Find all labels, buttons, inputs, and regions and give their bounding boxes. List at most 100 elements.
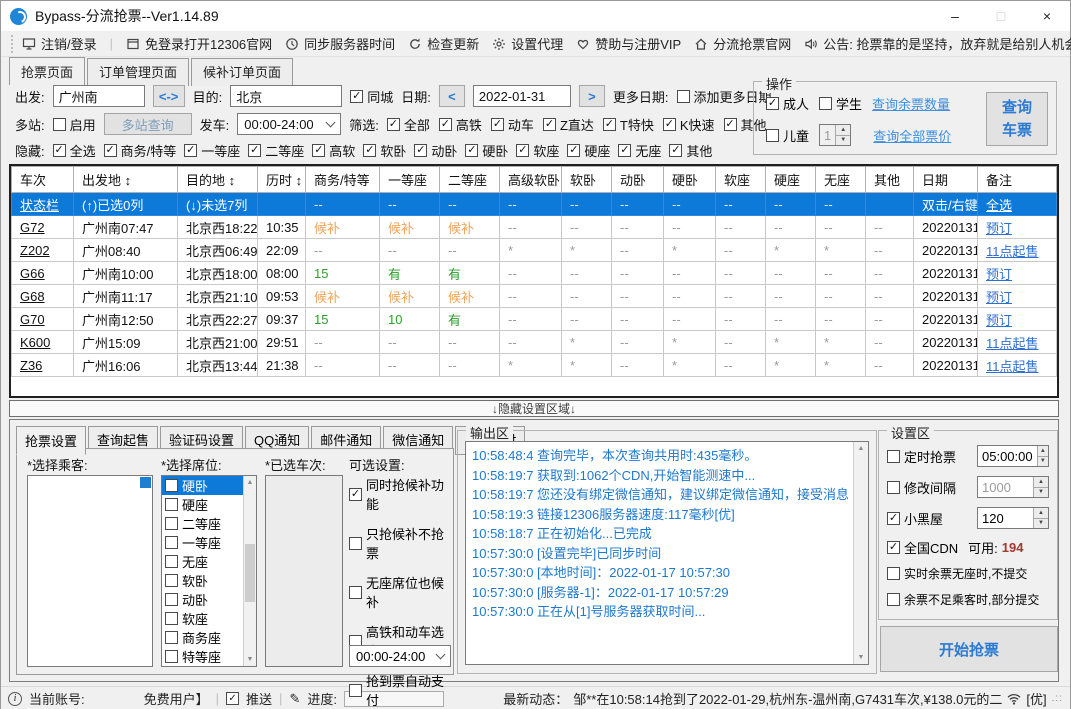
page-tab-2[interactable]: 订单管理页面 [87, 58, 190, 86]
cell-note-link[interactable]: 11点起售 [977, 330, 1057, 354]
hide-checkbox-5[interactable]: 高软 [312, 141, 355, 160]
seat-option-10[interactable]: 特等座 [162, 647, 243, 666]
close-button[interactable]: × [1024, 1, 1070, 31]
table-status-row[interactable]: 状态栏 (↑)已选0列 (↓)未选7列 -- -- -- -- -- -- -- -- -- -- 双击/… [11, 192, 1057, 216]
table-row[interactable]: G70 广州南12:50 北京西22:27 09:37 15 10 有 -- -- -- -- -- -… [11, 307, 1057, 331]
hide-checkbox-9[interactable]: 软座 [516, 141, 559, 160]
seat-checkbox-4[interactable]: 一等座 [165, 533, 221, 552]
maximize-button[interactable]: □ [978, 1, 1024, 31]
scroll-down-icon[interactable]: ▼ [854, 651, 868, 664]
setting-checkbox-3[interactable]: 小黑屋 [887, 509, 943, 528]
seat-checkbox-10[interactable]: 特等座 [165, 647, 221, 666]
hide-settings-divider[interactable]: ↓隐藏设置区域↓ [9, 400, 1059, 417]
hide-checkbox-12[interactable]: 其他 [669, 141, 712, 160]
spinner-arrows-icon[interactable]: ▲ ▼ [1033, 477, 1048, 497]
output-log[interactable]: 10:58:48:4 查询完毕，本次查询共用时:435毫秒。 10:58:19:7… [465, 441, 869, 665]
hide-checkbox-7[interactable]: 动卧 [414, 141, 457, 160]
scroll-up-icon[interactable]: ▲ [854, 442, 868, 455]
filter-checkbox-6[interactable]: K快速 [662, 115, 715, 134]
cell-note-link[interactable]: 全选 [977, 192, 1057, 216]
cell-train[interactable]: Z36 [11, 353, 74, 377]
seat-option-5[interactable]: 无座 [162, 552, 243, 571]
child-count-spinner[interactable]: 1 ▲ ▼ [819, 124, 852, 146]
date-input[interactable]: 2022-01-31 [472, 85, 571, 107]
hide-checkbox-8[interactable]: 硬卧 [465, 141, 508, 160]
cell-note-link[interactable]: 预订 [977, 284, 1057, 308]
table-row[interactable]: G72 广州南07:47 北京西18:22 10:35 候补 候补 候补 -- -- -- -- --… [11, 215, 1057, 239]
depart-input[interactable]: 广州南 [52, 85, 145, 107]
setting-spinner-1[interactable]: 05:00:00 ▲ ▼ [977, 445, 1049, 467]
hide-checkbox-1[interactable]: 全选 [52, 141, 96, 160]
setting-checkbox-6[interactable]: 余票不足乘客时,部分提交 [887, 591, 1039, 608]
seat-checkbox-5[interactable]: 无座 [165, 552, 208, 571]
hide-checkbox-11[interactable]: 无座 [618, 141, 661, 160]
passenger-listbox[interactable] [27, 475, 153, 667]
query-remaining-link[interactable]: 查询余票数量 [872, 94, 950, 113]
next-date-button[interactable]: > [578, 85, 605, 107]
multi-query-button[interactable]: 多站查询 [103, 113, 192, 135]
seat-checkbox-8[interactable]: 软座 [165, 609, 208, 628]
menu-item-1[interactable]: 注销/登录 [22, 34, 97, 53]
menu-item-7[interactable]: 分流抢票官网 [694, 34, 791, 53]
seat-option-9[interactable]: 商务座 [162, 628, 243, 647]
cell-note-link[interactable]: 预订 [977, 215, 1057, 239]
spinner-arrows-icon[interactable]: ▲ ▼ [1033, 508, 1048, 528]
cell-note-link[interactable]: 11点起售 [977, 353, 1057, 377]
cell-train[interactable]: 状态栏 [11, 192, 74, 216]
query-price-link[interactable]: 查询全部票价 [873, 126, 951, 145]
seat-option-7[interactable]: 动卧 [162, 590, 243, 609]
output-scrollbar[interactable]: ▲ ▼ [853, 442, 868, 664]
hide-checkbox-3[interactable]: 一等座 [184, 141, 240, 160]
seat-checkbox-2[interactable]: 硬座 [165, 495, 208, 514]
setting-spinner-3[interactable]: 120 ▲ ▼ [977, 507, 1049, 529]
menu-item-6[interactable]: 赞助与注册VIP [576, 34, 681, 53]
option-checkbox-3[interactable]: 无座席位也候补 [349, 573, 451, 611]
scroll-down-icon[interactable]: ▼ [244, 653, 256, 666]
seat-option-8[interactable]: 软座 [162, 609, 243, 628]
swap-stations-button[interactable]: <-> [152, 85, 185, 107]
spinner-arrows-icon[interactable]: ▲ ▼ [1036, 446, 1048, 466]
same-city-checkbox[interactable]: 同城 [350, 87, 393, 106]
column-header-4[interactable]: 历时 ↕ [257, 166, 306, 193]
seat-list-scrollbar[interactable]: ▲ ▼ [243, 476, 256, 666]
seat-checkbox-6[interactable]: 软卧 [165, 571, 208, 590]
cell-note-link[interactable]: 预订 [977, 307, 1057, 331]
setting-spinner-2[interactable]: 1000 ▲ ▼ [977, 476, 1049, 498]
seat-option-6[interactable]: 软卧 [162, 571, 243, 590]
menu-item-4[interactable]: 检查更新 [408, 34, 479, 53]
seat-checkbox-9[interactable]: 商务座 [165, 628, 221, 647]
prev-date-button[interactable]: < [438, 85, 465, 107]
table-row[interactable]: G68 广州南11:17 北京西21:10 09:53 候补 候补 候补 -- -- -- -- --… [11, 284, 1057, 308]
cell-train[interactable]: G72 [11, 215, 74, 239]
scroll-up-icon[interactable]: ▲ [244, 476, 256, 489]
column-header-3[interactable]: 目的地 ↕ [177, 166, 258, 193]
cell-note-link[interactable]: 11点起售 [977, 238, 1057, 262]
table-row[interactable]: Z202 广州08:40 北京西06:49 22:09 -- -- -- * * -- * -- * * -… [11, 238, 1057, 262]
child-checkbox[interactable]: 儿童 [766, 126, 809, 145]
menu-item-3[interactable]: 同步服务器时间 [285, 34, 395, 53]
start-grab-button[interactable]: 开始抢票 [880, 626, 1058, 672]
dest-input[interactable]: 北京 [230, 85, 343, 107]
cell-train[interactable]: K600 [11, 330, 74, 354]
selected-trains-listbox[interactable] [265, 475, 343, 667]
seat-option-1[interactable]: 硬卧 [162, 476, 243, 495]
seat-checkbox-3[interactable]: 二等座 [165, 514, 221, 533]
hide-checkbox-10[interactable]: 硬座 [567, 141, 610, 160]
seat-checkbox-1[interactable]: 硬卧 [165, 476, 208, 495]
filter-checkbox-3[interactable]: 动车 [490, 115, 534, 134]
seat-option-3[interactable]: 二等座 [162, 514, 243, 533]
table-row[interactable]: G66 广州南10:00 北京西18:00 08:00 15 有有 -- -- -- -- -- --… [11, 261, 1057, 285]
filter-checkbox-5[interactable]: T特快 [602, 115, 654, 134]
hide-checkbox-4[interactable]: 二等座 [248, 141, 304, 160]
filter-checkbox-4[interactable]: Z直达 [542, 115, 594, 134]
query-ticket-button[interactable]: 查询 车票 [986, 92, 1048, 146]
page-tab-1[interactable]: 抢票页面 [9, 57, 86, 85]
setting-checkbox-1[interactable]: 定时抢票 [887, 447, 956, 466]
seat-option-2[interactable]: 硬座 [162, 495, 243, 514]
option-checkbox-1[interactable]: 同时抢候补功能 [349, 475, 451, 513]
scroll-thumb[interactable] [245, 544, 255, 602]
cell-train[interactable]: G66 [11, 261, 74, 285]
table-row[interactable]: Z36 广州16:06 北京西13:44 21:38 -- -- -- * * -- * -- * * --… [11, 353, 1057, 377]
student-checkbox[interactable]: 学生 [819, 94, 862, 113]
setting-checkbox-5[interactable]: 实时余票无座时,不提交 [887, 565, 1027, 582]
